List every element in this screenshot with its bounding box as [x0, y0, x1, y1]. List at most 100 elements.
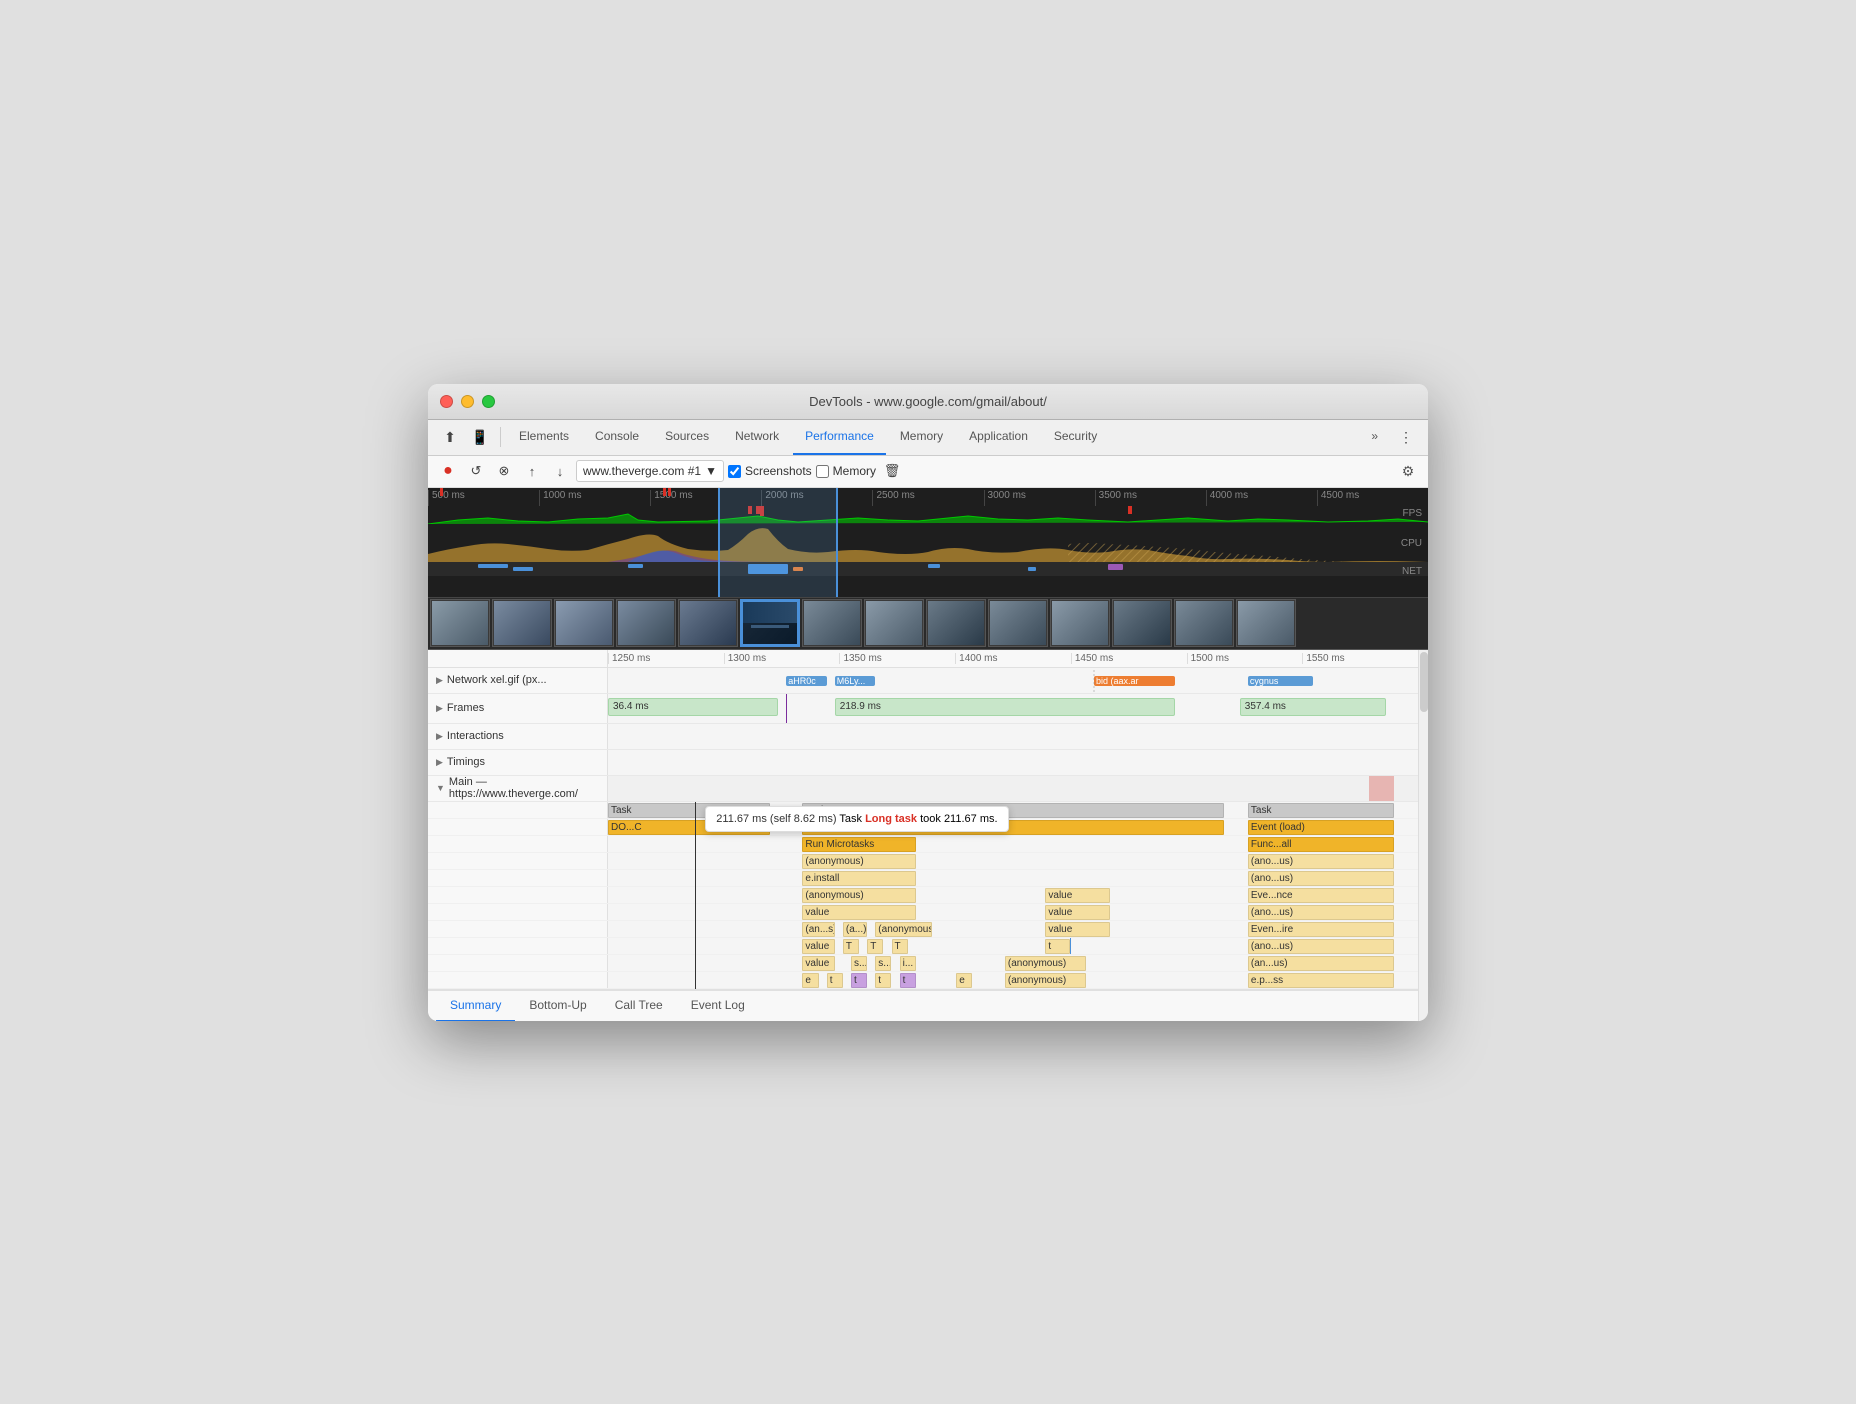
screenshot-1[interactable]: [430, 599, 490, 647]
screenshot-14[interactable]: [1236, 599, 1296, 647]
performance-toolbar: ● ↺ ⊗ ↑ ↓ www.theverge.com #1 ▼ Screensh…: [428, 456, 1428, 488]
frame-block-1: 36.4 ms: [608, 698, 778, 716]
screenshot-7[interactable]: [802, 599, 862, 647]
screenshot-10[interactable]: [988, 599, 1048, 647]
task-block-T-8a: T: [843, 939, 859, 954]
network-expand-arrow[interactable]: ▶: [436, 675, 443, 686]
tab-performance[interactable]: Performance: [793, 419, 886, 455]
screenshot-11[interactable]: [1050, 599, 1110, 647]
interactions-expand-arrow[interactable]: ▶: [436, 731, 443, 742]
main-track-label[interactable]: ▼ Main — https://www.theverge.com/: [428, 776, 608, 801]
reload-button[interactable]: ↺: [464, 459, 488, 483]
frames-track-name: Frames: [447, 702, 484, 714]
screenshot-13[interactable]: [1174, 599, 1234, 647]
device-toolbar-icon[interactable]: 📱: [466, 423, 494, 451]
screenshot-8[interactable]: [864, 599, 924, 647]
timings-expand-arrow[interactable]: ▶: [436, 757, 443, 768]
task-block-e-10a: e: [802, 973, 818, 988]
more-tabs-button[interactable]: »: [1359, 419, 1390, 455]
main-expand-arrow[interactable]: ▼: [436, 783, 445, 793]
flame-row-3: (anonymous) (ano...us): [428, 853, 1418, 870]
flame-row-7: (an...s) (a...) (anonymous) value Even..…: [428, 921, 1418, 938]
frame-purple-line: [786, 694, 787, 723]
timings-track-label[interactable]: ▶ Timings: [428, 750, 608, 775]
task-block-anon-3: (anonymous): [802, 854, 915, 869]
timeline-overview[interactable]: 500 ms 1000 ms 1500 ms 2000 ms 2500 ms 3…: [428, 488, 1428, 598]
memory-checkbox-label[interactable]: Memory: [816, 464, 876, 478]
frame-block-2: 218.9 ms: [835, 698, 1175, 716]
task-block-anon-7: (anonymous): [875, 922, 932, 937]
screenshot-4[interactable]: [616, 599, 676, 647]
overview-selection[interactable]: [718, 488, 838, 597]
record-button[interactable]: ●: [436, 459, 460, 483]
close-button[interactable]: [440, 395, 453, 408]
ruler-mark-4500: 4500 ms: [1317, 490, 1428, 506]
main-track-header-row: ▼ Main — https://www.theverge.com/: [428, 776, 1418, 802]
vertical-scrollbar[interactable]: [1418, 650, 1428, 1021]
timeline-content: 1250 ms 1300 ms 1350 ms 1400 ms 1450 ms …: [428, 650, 1418, 1021]
tooltip-long-task: Long task: [865, 813, 917, 825]
tab-elements[interactable]: Elements: [507, 419, 581, 455]
scrollbar-thumb[interactable]: [1420, 652, 1428, 712]
task-block-t-10a: t: [827, 973, 843, 988]
tab-sources[interactable]: Sources: [653, 419, 721, 455]
task-block-value-6a: value: [802, 905, 915, 920]
maximize-button[interactable]: [482, 395, 495, 408]
task-block-anon-10: (anonymous): [1005, 973, 1086, 988]
minimize-button[interactable]: [461, 395, 474, 408]
tab-application[interactable]: Application: [957, 419, 1040, 455]
screenshot-9[interactable]: [926, 599, 986, 647]
interactions-track-label[interactable]: ▶ Interactions: [428, 724, 608, 749]
ruler-mark-3500: 3500 ms: [1095, 490, 1206, 506]
flame-row-5-content: (anonymous) value Eve...nce: [608, 887, 1418, 903]
flame-row-8: value T T T t (ano...us): [428, 938, 1418, 955]
network-track-name: Network xel.gif (px...: [447, 674, 547, 686]
task-block-0-2: Task: [1248, 803, 1394, 818]
network-bar-aHR0c: aHR0c: [786, 676, 827, 686]
tab-network[interactable]: Network: [723, 419, 791, 455]
upload-button[interactable]: ↑: [520, 459, 544, 483]
flame-row-6-label: [428, 904, 608, 920]
time-ruler-1550: 1550 ms: [1302, 653, 1418, 664]
frames-expand-arrow[interactable]: ▶: [436, 703, 443, 714]
task-block-anous-4: (ano...us): [1248, 871, 1394, 886]
url-selector[interactable]: www.theverge.com #1 ▼: [576, 460, 724, 482]
task-block-value-7: value: [1045, 922, 1110, 937]
bottom-tabs: Summary Bottom-Up Call Tree Event Log: [428, 989, 1418, 1021]
screenshot-3[interactable]: [554, 599, 614, 647]
frames-track-label[interactable]: ▶ Frames: [428, 694, 608, 723]
task-block-anous-3: (ano...us): [1248, 854, 1394, 869]
timeline-main-area: 1250 ms 1300 ms 1350 ms 1400 ms 1450 ms …: [428, 650, 1428, 1021]
screenshot-5[interactable]: [678, 599, 738, 647]
delete-profile-button[interactable]: 🗑: [880, 459, 904, 483]
frames-track-content: 36.4 ms 218.9 ms 357.4 ms: [608, 694, 1418, 723]
traffic-lights: [440, 395, 495, 408]
memory-checkbox[interactable]: [816, 465, 829, 478]
network-track-label[interactable]: ▶ Network xel.gif (px...: [428, 668, 608, 693]
task-block-t-10c: t: [875, 973, 891, 988]
screenshot-6-active[interactable]: [740, 599, 800, 647]
tab-memory[interactable]: Memory: [888, 419, 955, 455]
clear-button[interactable]: ⊗: [492, 459, 516, 483]
tab-event-log[interactable]: Event Log: [677, 990, 759, 1021]
settings-button[interactable]: ⚙: [1396, 459, 1420, 483]
network-bar-M6Ly: M6Ly...: [835, 676, 876, 686]
tab-console[interactable]: Console: [583, 419, 651, 455]
time-ruler-1400: 1400 ms: [955, 653, 1071, 664]
tooltip-duration: took 211.67 ms.: [920, 813, 997, 825]
tab-bottom-up[interactable]: Bottom-Up: [515, 990, 600, 1021]
flame-row-6-content: value value (ano...us): [608, 904, 1418, 920]
blue-line-8: [1070, 938, 1071, 954]
flame-row-2-label: [428, 836, 608, 852]
tab-call-tree[interactable]: Call Tree: [601, 990, 677, 1021]
screenshots-checkbox-label[interactable]: Screenshots: [728, 464, 812, 478]
download-button[interactable]: ↓: [548, 459, 572, 483]
tab-summary[interactable]: Summary: [436, 990, 515, 1021]
screenshots-checkbox[interactable]: [728, 465, 741, 478]
devtools-menu-icon[interactable]: ⋮: [1392, 423, 1420, 451]
cursor-icon[interactable]: ⬆: [436, 423, 464, 451]
screenshot-2[interactable]: [492, 599, 552, 647]
screenshot-12[interactable]: [1112, 599, 1172, 647]
flame-row-10: e t t t t e (anonymous) e.p...ss: [428, 972, 1418, 989]
tab-security[interactable]: Security: [1042, 419, 1109, 455]
